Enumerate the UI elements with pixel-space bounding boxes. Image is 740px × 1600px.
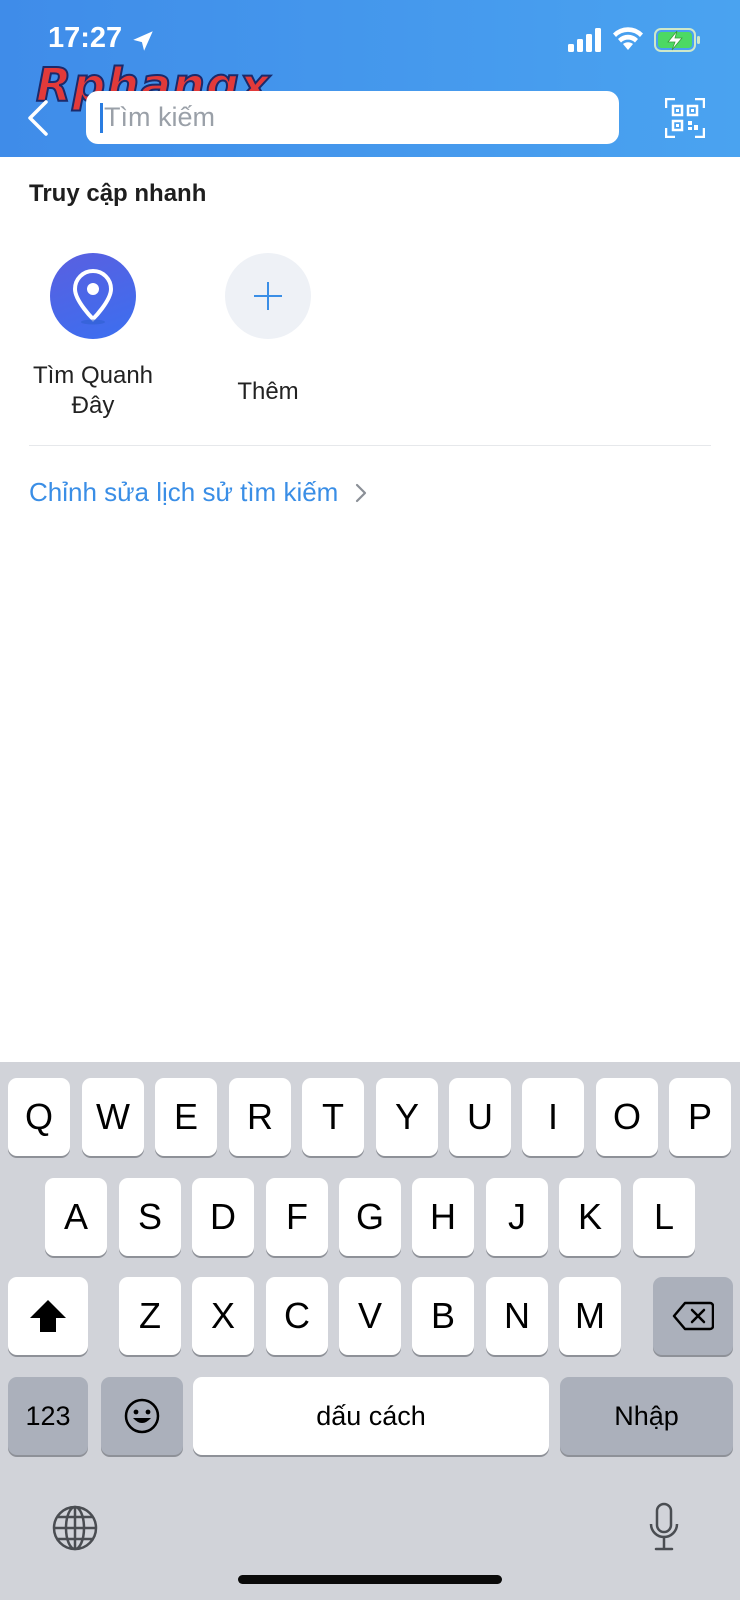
search-box[interactable] — [86, 91, 619, 144]
divider — [29, 445, 711, 446]
key-t[interactable]: T — [302, 1078, 364, 1156]
key-l[interactable]: L — [633, 1178, 695, 1256]
key-h[interactable]: H — [412, 1178, 474, 1256]
quick-item-nearby[interactable]: Tìm Quanh Đây — [18, 253, 168, 421]
key-n[interactable]: N — [486, 1277, 548, 1355]
microphone-icon[interactable] — [648, 1502, 680, 1554]
keyboard: Q W E R T Y U I O P A S D F G H J K L Z … — [0, 1062, 740, 1600]
key-f[interactable]: F — [266, 1178, 328, 1256]
emoji-face-icon — [124, 1398, 160, 1434]
key-q[interactable]: Q — [8, 1078, 70, 1156]
shift-key[interactable] — [8, 1277, 88, 1355]
key-y[interactable]: Y — [376, 1078, 438, 1156]
key-g[interactable]: G — [339, 1178, 401, 1256]
quick-item-label: Tìm Quanh Đây — [18, 361, 168, 421]
key-a[interactable]: A — [45, 1178, 107, 1256]
key-r[interactable]: R — [229, 1078, 291, 1156]
edit-search-history-label: Chỉnh sửa lịch sử tìm kiếm — [29, 477, 339, 507]
cellular-signal-icon — [568, 28, 601, 52]
quick-item-label: Thêm — [237, 378, 299, 405]
key-j[interactable]: J — [486, 1178, 548, 1256]
plus-icon — [254, 282, 282, 310]
quick-access-title: Truy cập nhanh — [29, 180, 207, 207]
search-input[interactable] — [104, 91, 604, 144]
battery-charging-icon — [654, 28, 700, 52]
text-caret — [100, 103, 103, 133]
numbers-key[interactable]: 123 — [8, 1377, 88, 1455]
key-o[interactable]: O — [596, 1078, 658, 1156]
location-pin-icon — [72, 268, 114, 325]
key-u[interactable]: U — [449, 1078, 511, 1156]
edit-search-history-link[interactable]: Chỉnh sửa lịch sử tìm kiếm — [29, 477, 368, 508]
key-w[interactable]: W — [82, 1078, 144, 1156]
quick-item-add[interactable]: Thêm — [193, 253, 343, 407]
emoji-key[interactable] — [101, 1377, 183, 1455]
key-d[interactable]: D — [192, 1178, 254, 1256]
chevron-right-icon — [356, 483, 367, 502]
key-k[interactable]: K — [559, 1178, 621, 1256]
key-e[interactable]: E — [155, 1078, 217, 1156]
nearby-circle — [50, 253, 136, 339]
wifi-icon — [613, 27, 643, 50]
location-arrow-icon — [133, 31, 153, 51]
delete-key[interactable] — [653, 1277, 733, 1355]
add-circle — [225, 253, 311, 339]
key-i[interactable]: I — [522, 1078, 584, 1156]
qr-scan-icon[interactable] — [665, 98, 705, 138]
status-time: 17:27 — [48, 22, 123, 54]
key-c[interactable]: C — [266, 1277, 328, 1355]
return-key[interactable]: Nhập — [560, 1377, 733, 1455]
key-m[interactable]: M — [559, 1277, 621, 1355]
backspace-icon — [672, 1301, 714, 1331]
label-line-2: Đây — [71, 392, 115, 419]
key-x[interactable]: X — [192, 1277, 254, 1355]
key-v[interactable]: V — [339, 1277, 401, 1355]
key-s[interactable]: S — [119, 1178, 181, 1256]
key-p[interactable]: P — [669, 1078, 731, 1156]
back-chevron-icon[interactable] — [22, 98, 56, 138]
header-bar: 17:27 Rphangx — [0, 0, 740, 157]
shift-arrow-icon — [30, 1300, 66, 1332]
home-indicator[interactable] — [238, 1575, 502, 1584]
space-key[interactable]: dấu cách — [193, 1377, 549, 1455]
key-z[interactable]: Z — [119, 1277, 181, 1355]
key-b[interactable]: B — [412, 1277, 474, 1355]
label-line-1: Tìm Quanh — [32, 362, 154, 389]
globe-icon[interactable] — [51, 1504, 99, 1552]
